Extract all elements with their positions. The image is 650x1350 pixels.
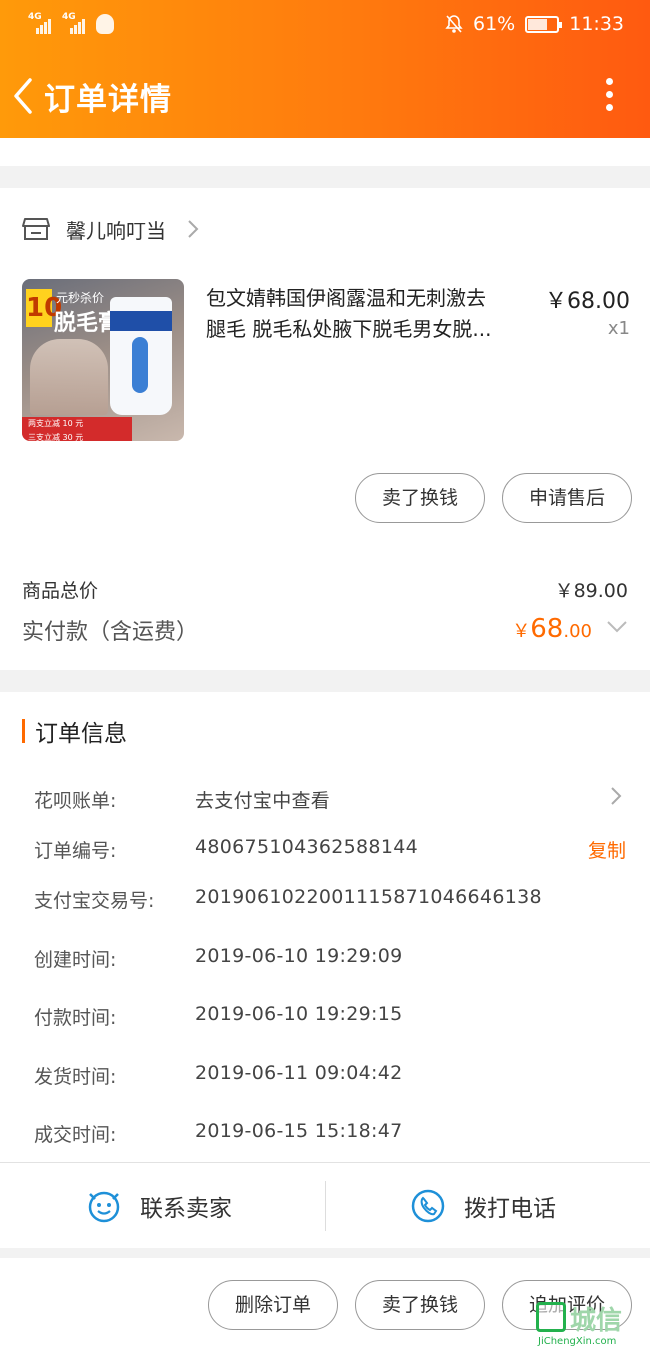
info-label: 支付宝交易号: bbox=[34, 890, 155, 912]
info-row-created: 创建时间: 2019-06-10 19:29:09 bbox=[34, 945, 634, 975]
mute-bell-icon bbox=[445, 14, 463, 34]
watermark-text: 城信 bbox=[570, 1306, 623, 1336]
sell-again-button[interactable]: 卖了换钱 bbox=[355, 1280, 485, 1330]
paid-integer: 68 bbox=[530, 614, 564, 644]
more-dot bbox=[606, 104, 613, 111]
info-row-huabei[interactable]: 花呗账单: 去支付宝中查看 bbox=[34, 786, 634, 816]
info-value: 2019-06-10 19:29:09 bbox=[195, 945, 403, 967]
promo-line-1: 两支立减 10 元 bbox=[28, 419, 84, 428]
paid-currency: ￥ bbox=[512, 621, 531, 642]
chat-face-icon bbox=[88, 1191, 120, 1223]
product-image-number: 10 bbox=[26, 289, 62, 327]
network-type-1: 4G bbox=[28, 12, 42, 22]
paid-label: 实付款（含运费） bbox=[22, 620, 199, 645]
product-image-legs bbox=[30, 339, 108, 415]
info-row-order-number: 订单编号: 480675104362588144 bbox=[34, 836, 634, 866]
info-label: 订单编号: bbox=[34, 840, 117, 862]
accent-bar bbox=[22, 719, 25, 743]
watermark-box bbox=[536, 1302, 566, 1332]
order-info-title: 订单信息 bbox=[22, 716, 127, 747]
product-title-line2: 腿毛 脱毛私处腋下脱毛男女脱... bbox=[206, 317, 492, 341]
status-left: 4G 4G bbox=[28, 12, 114, 34]
more-dot bbox=[606, 91, 613, 98]
sell-button[interactable]: 卖了换钱 bbox=[355, 473, 485, 523]
product-image-line1: 元秒杀价 bbox=[56, 291, 105, 305]
more-dot bbox=[606, 78, 613, 85]
goods-total-label: 商品总价 bbox=[22, 580, 99, 602]
chevron-left-icon bbox=[14, 78, 32, 114]
shop-name: 馨儿响叮当 bbox=[66, 218, 166, 243]
contact-seller-button[interactable]: 联系卖家 bbox=[86, 1163, 232, 1249]
info-value: 2019-06-15 15:18:47 bbox=[195, 1120, 403, 1142]
call-button[interactable]: 拨打电话 bbox=[410, 1163, 556, 1249]
contact-bar: 联系卖家 拨打电话 bbox=[0, 1162, 650, 1248]
product-image[interactable]: 10 元秒杀价 脱毛膏 两支立减 10 元 三支立减 30 元 bbox=[22, 279, 184, 441]
section-title-text: 订单信息 bbox=[35, 721, 127, 747]
more-menu-button[interactable] bbox=[606, 78, 614, 112]
battery-percent: 61% bbox=[473, 13, 516, 35]
info-label: 付款时间: bbox=[34, 1007, 117, 1029]
info-label: 花呗账单: bbox=[34, 790, 117, 812]
qq-icon bbox=[96, 14, 114, 34]
signal-icon: 4G bbox=[28, 12, 52, 34]
info-value: 2019-06-11 09:04:42 bbox=[195, 1062, 403, 1084]
back-button[interactable] bbox=[10, 76, 40, 116]
phone-icon bbox=[411, 1189, 445, 1223]
clock: 11:33 bbox=[569, 13, 624, 35]
chevron-right-icon bbox=[611, 787, 622, 805]
goods-total-value: ￥89.00 bbox=[554, 580, 628, 602]
product-image-promo: 两支立减 10 元 三支立减 30 元 bbox=[22, 417, 132, 441]
product-title[interactable]: 包文婧韩国伊阁露温和无刺激去 腿毛 脱毛私处腋下脱毛男女脱... bbox=[206, 283, 536, 345]
status-bar: 4G 4G 61% 11:33 bbox=[0, 0, 650, 52]
info-label: 发货时间: bbox=[34, 1066, 117, 1088]
watermark-sub: JiChengXin.com bbox=[538, 1336, 617, 1347]
promo-line-2: 三支立减 30 元 bbox=[28, 433, 84, 441]
info-label: 创建时间: bbox=[34, 949, 117, 971]
network-type-2: 4G bbox=[62, 12, 76, 22]
chevron-down-icon[interactable] bbox=[606, 620, 628, 634]
page-title: 订单详情 bbox=[44, 82, 172, 118]
shop-row[interactable]: 馨儿响叮当 bbox=[22, 212, 200, 246]
product-title-line1: 包文婧韩国伊阁露温和无刺激去 bbox=[206, 286, 486, 310]
product-price: ￥68.00 bbox=[545, 289, 630, 314]
info-row-shipped: 发货时间: 2019-06-11 09:04:42 bbox=[34, 1062, 634, 1092]
info-value: 去支付宝中查看 bbox=[195, 790, 331, 812]
paid-decimal: .00 bbox=[563, 621, 592, 642]
status-right: 61% 11:33 bbox=[445, 13, 624, 35]
info-row-completed: 成交时间: 2019-06-15 15:18:47 bbox=[34, 1120, 634, 1150]
product-tube bbox=[110, 297, 172, 415]
chevron-right-icon bbox=[188, 220, 199, 238]
delete-order-button[interactable]: 删除订单 bbox=[208, 1280, 338, 1330]
info-value: 2019-06-10 19:29:15 bbox=[195, 1003, 403, 1025]
info-label: 成交时间: bbox=[34, 1124, 117, 1146]
battery-icon bbox=[525, 15, 563, 33]
info-value: 480675104362588144 bbox=[195, 836, 418, 858]
info-row-alipay-number: 支付宝交易号: 2019061022001115871046646138 bbox=[34, 886, 634, 916]
call-label: 拨打电话 bbox=[464, 1196, 556, 1222]
product-quantity: x1 bbox=[607, 318, 630, 339]
info-value: 2019061022001115871046646138 bbox=[195, 886, 542, 908]
nav-bar: 订单详情 bbox=[0, 58, 650, 134]
info-row-paid: 付款时间: 2019-06-10 19:29:15 bbox=[34, 1003, 634, 1033]
divider bbox=[325, 1181, 326, 1231]
top-spacer bbox=[0, 138, 650, 166]
signal-icon: 4G bbox=[62, 12, 86, 34]
contact-seller-label: 联系卖家 bbox=[140, 1196, 232, 1222]
watermark-logo: 城信 JiChengXin.com bbox=[536, 1302, 648, 1348]
app-header: 4G 4G 61% 11:33 订单详情 bbox=[0, 0, 650, 138]
after-sale-button[interactable]: 申请售后 bbox=[502, 473, 632, 523]
copy-button[interactable]: 复制 bbox=[588, 836, 626, 863]
paid-value: ￥68.00 bbox=[512, 614, 592, 644]
store-icon bbox=[22, 218, 50, 240]
